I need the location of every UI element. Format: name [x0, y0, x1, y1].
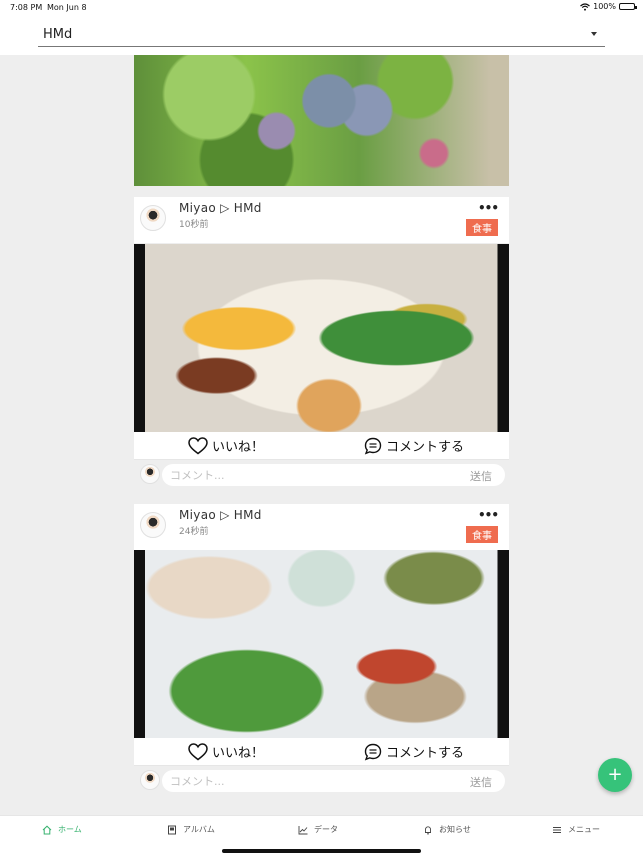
battery-icon — [619, 3, 637, 10]
comment-input[interactable] — [170, 773, 450, 789]
like-button[interactable]: いいね！ — [188, 436, 264, 455]
post-photo-lunch[interactable] — [134, 550, 509, 738]
status-date: Mon Jun 8 — [47, 3, 87, 12]
home-icon — [42, 825, 52, 834]
tab-data[interactable]: データ — [298, 824, 338, 835]
speech-bubble-icon — [364, 437, 382, 454]
tab-label: アルバム — [183, 825, 215, 834]
comment-label: コメントする — [386, 440, 465, 455]
status-time: 7:08 PM — [10, 3, 43, 12]
status-bar: 7:08 PM Mon Jun 8 100% — [0, 0, 643, 16]
post-actions: いいね！ コメントする — [134, 738, 509, 766]
comment-box: 送信 — [162, 464, 505, 486]
wifi-icon — [580, 2, 591, 11]
send-button[interactable]: 送信 — [470, 468, 492, 484]
post-photo-hydrangea[interactable] — [134, 55, 509, 186]
comment-button[interactable]: コメントする — [364, 436, 464, 455]
category-tag: 食事 — [466, 526, 498, 543]
tab-label: データ — [314, 825, 338, 834]
comment-label: コメントする — [386, 746, 465, 761]
tab-home[interactable]: ホーム — [42, 824, 82, 835]
chart-icon — [298, 825, 308, 834]
battery-percent: 100% — [593, 2, 616, 11]
post-time: 24秒前 — [179, 527, 209, 537]
status-right: 100% — [580, 2, 637, 11]
like-button[interactable]: いいね！ — [188, 742, 264, 761]
header: HMd — [0, 16, 643, 55]
tab-menu[interactable]: メニュー — [552, 824, 600, 835]
more-options-icon[interactable]: ••• — [478, 508, 499, 522]
more-options-icon[interactable]: ••• — [478, 201, 499, 215]
feed[interactable]: Miyao ▷ HMd 10秒前 ••• 食事 いいね！ コメントする 送信 M… — [0, 55, 643, 815]
caret-down-icon — [591, 32, 597, 36]
comment-row: 送信 — [134, 461, 509, 487]
tab-label: お知らせ — [439, 825, 471, 834]
tab-label: ホーム — [58, 825, 82, 834]
add-post-button[interactable]: + — [598, 758, 632, 792]
bell-icon — [425, 825, 431, 835]
group-select[interactable]: HMd — [38, 22, 605, 47]
send-button[interactable]: 送信 — [470, 774, 492, 790]
tab-notifications[interactable]: お知らせ — [423, 824, 471, 835]
home-indicator — [222, 849, 421, 853]
avatar[interactable] — [140, 205, 166, 231]
post-author[interactable]: Miyao ▷ HMd — [179, 201, 262, 215]
tab-label: メニュー — [568, 825, 600, 834]
like-label: いいね！ — [212, 440, 265, 455]
avatar — [140, 464, 160, 484]
comment-input[interactable] — [170, 467, 450, 483]
menu-icon — [553, 826, 561, 833]
comment-row: 送信 — [134, 767, 509, 793]
speech-bubble-icon — [364, 743, 382, 760]
group-select-value: HMd — [43, 26, 73, 42]
tab-album[interactable]: アルバム — [167, 824, 215, 835]
heart-icon — [188, 742, 208, 760]
category-tag: 食事 — [466, 219, 498, 236]
post-header: Miyao ▷ HMd 24秒前 ••• 食事 — [134, 504, 509, 550]
post-author[interactable]: Miyao ▷ HMd — [179, 508, 262, 522]
post-photo-breakfast[interactable] — [134, 244, 509, 432]
like-label: いいね！ — [212, 746, 265, 761]
post-actions: いいね！ コメントする — [134, 432, 509, 460]
comment-button[interactable]: コメントする — [364, 742, 464, 761]
avatar — [140, 770, 160, 790]
album-icon — [168, 825, 176, 834]
avatar[interactable] — [140, 512, 166, 538]
post-header: Miyao ▷ HMd 10秒前 ••• 食事 — [134, 197, 509, 243]
post-time: 10秒前 — [179, 220, 209, 230]
comment-box: 送信 — [162, 770, 505, 792]
heart-icon — [188, 436, 208, 454]
